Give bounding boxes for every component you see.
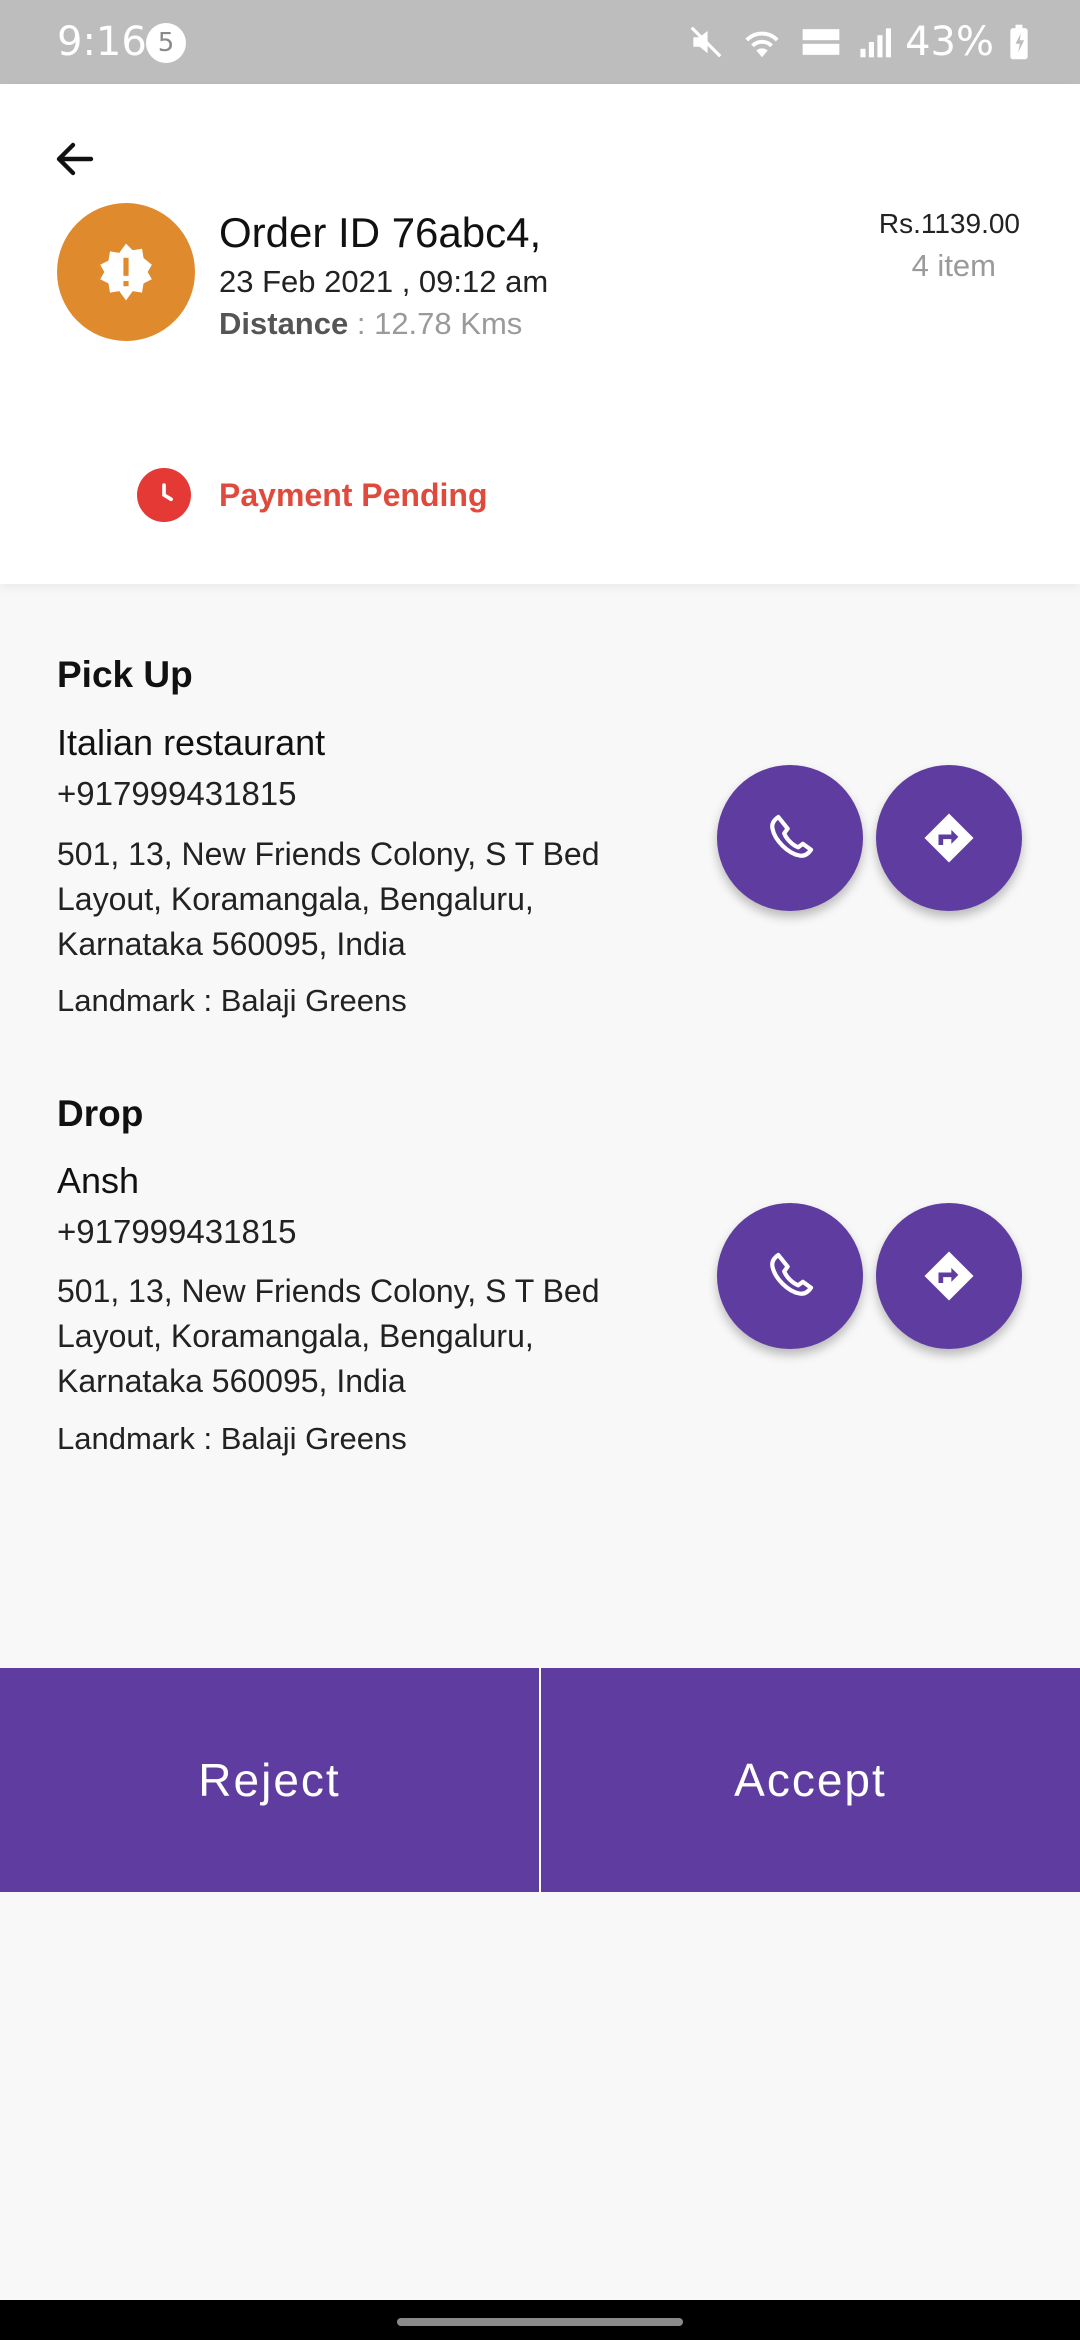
directions-icon [924,1251,974,1301]
payment-status: Payment Pending [219,477,488,513]
pickup-directions-button[interactable] [876,765,1022,911]
drop-name: Ansh [57,1160,140,1201]
clock-icon [137,468,191,522]
notification-count-badge: 5 [146,23,186,63]
action-bar: Reject Accept [0,1668,1080,1892]
arrow-left-icon [56,142,94,176]
drop-landmark: Landmark : Balaji Greens [57,1421,407,1456]
distance-label: Distance [219,306,349,341]
directions-icon [924,813,974,863]
pickup-heading: Pick Up [57,654,193,695]
drop-phone: +917999431815 [57,1213,297,1250]
order-price: Rs.1139.00 [878,208,1020,239]
status-bar: 9:16 5 43% [0,0,1080,84]
alert-badge-icon [100,243,152,301]
volte-icon [802,29,840,55]
order-datetime: 23 Feb 2021 , 09:12 am [219,264,549,299]
battery-charging-icon [1010,24,1028,60]
pickup-phone: +917999431815 [57,775,297,812]
drop-heading: Drop [57,1093,144,1134]
order-id: Order ID 76abc4, [219,209,542,256]
reject-button[interactable]: Reject [0,1668,539,1892]
battery-percent: 43% [905,19,994,65]
wifi-icon [745,31,779,58]
home-gesture-handle[interactable] [397,2318,683,2326]
pickup-address-line-2: Layout, Koramangala, Bengaluru, [57,881,534,917]
order-status-icon [57,203,195,341]
drop-address-line-3: Karnataka 560095, India [57,1363,406,1399]
pickup-name: Italian restaurant [57,722,326,763]
drop-directions-button[interactable] [876,1203,1022,1349]
pickup-call-button[interactable] [717,765,863,911]
drop-call-button[interactable] [717,1203,863,1349]
order-item-count: 4 item [911,248,996,283]
phone-icon [770,1252,814,1296]
accept-button[interactable]: Accept [541,1668,1080,1892]
signal-icon [860,28,892,58]
mute-icon [690,26,722,58]
status-time: 9:16 [57,19,147,65]
distance-value: : 12.78 Kms [348,306,523,341]
order-distance: Distance : 12.78 Kms [219,304,522,344]
pickup-address-line-1: 501, 13, New Friends Colony, S T Bed [57,836,600,872]
pickup-address-line-3: Karnataka 560095, India [57,926,406,962]
status-icons: 43% [687,18,1030,66]
drop-address-line-1: 501, 13, New Friends Colony, S T Bed [57,1273,600,1309]
system-nav-bar [0,2300,1080,2340]
back-button[interactable] [40,124,110,194]
phone-icon [770,814,814,858]
pickup-landmark: Landmark : Balaji Greens [57,983,407,1018]
drop-address-line-2: Layout, Koramangala, Bengaluru, [57,1318,534,1354]
